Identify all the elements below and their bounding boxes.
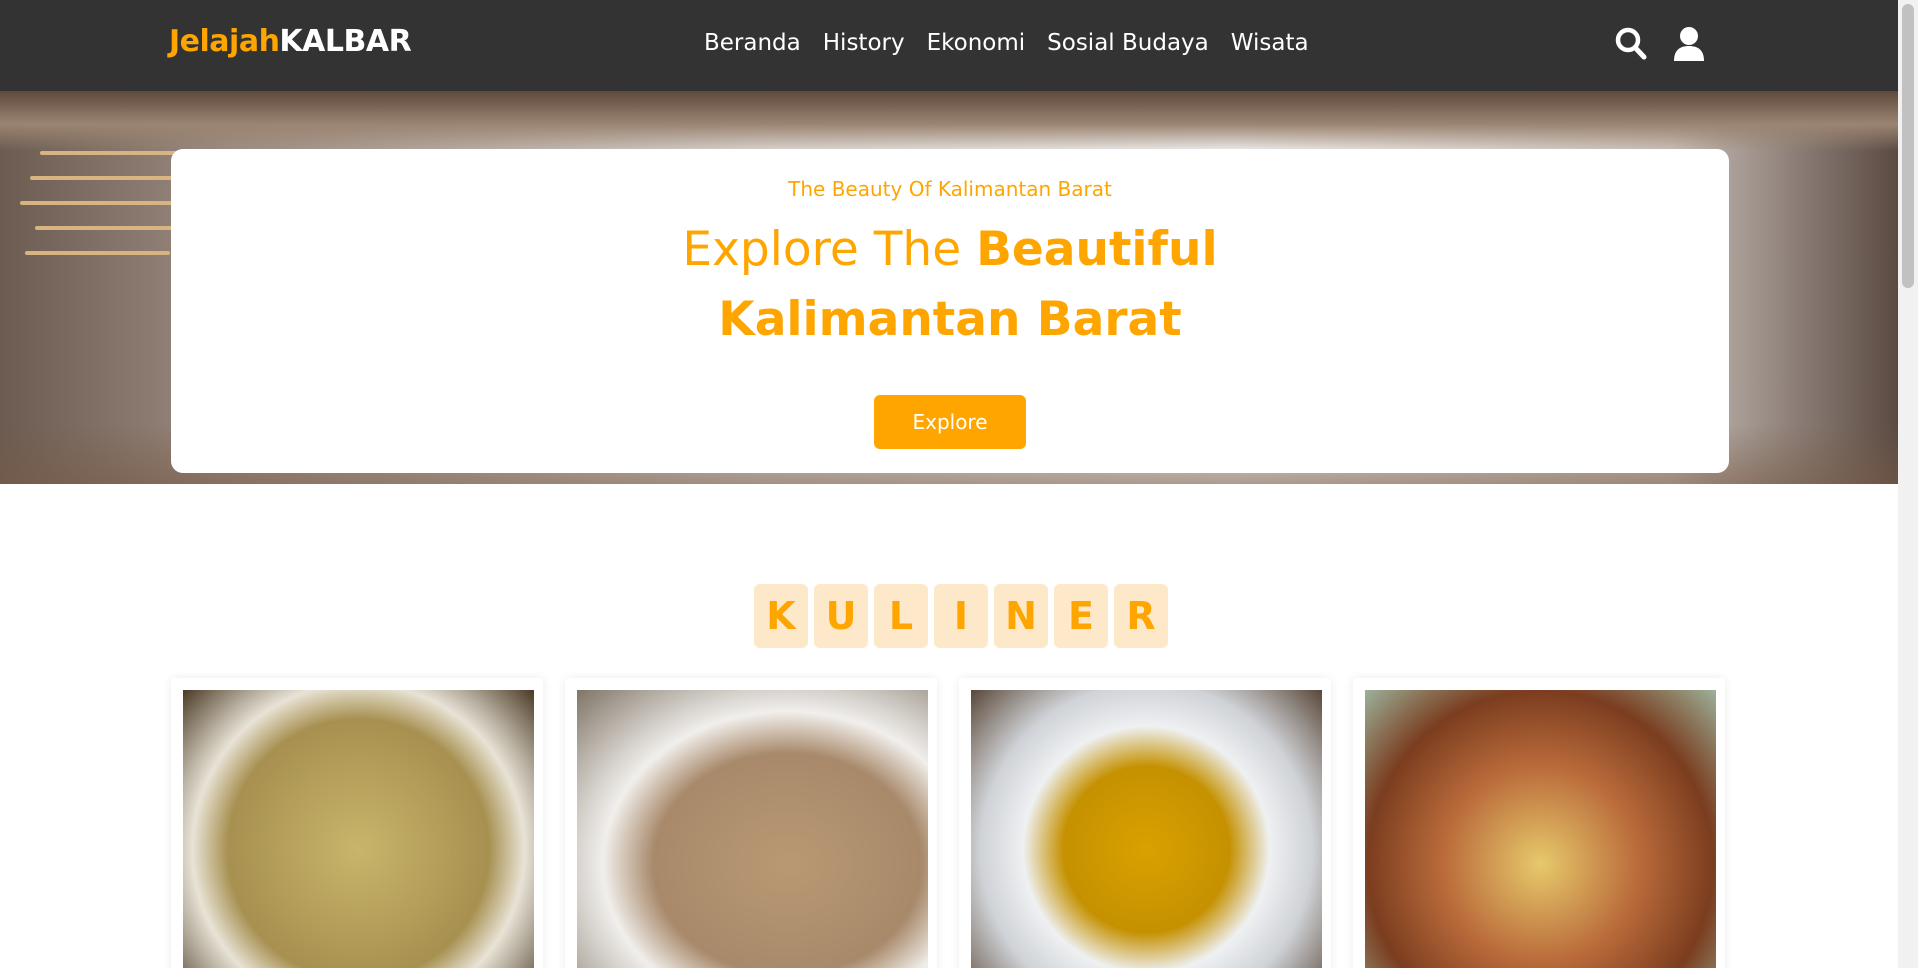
title-letter: K (754, 584, 808, 648)
hero-subtitle: The Beauty Of Kalimantan Barat (788, 177, 1112, 201)
title-letter: N (994, 584, 1048, 648)
nav-icons (1614, 26, 1706, 62)
hero-title-bold-1: Beautiful (976, 222, 1218, 277)
skewer-decoration (35, 226, 185, 230)
nav-link-beranda[interactable]: Beranda (704, 30, 801, 56)
title-letter: R (1114, 584, 1168, 648)
skewer-decoration (25, 251, 170, 255)
hero-title-bold-2: Kalimantan Barat (718, 292, 1182, 347)
nav-links: Beranda History Ekonomi Sosial Budaya Wi… (704, 30, 1309, 56)
food-image[interactable] (183, 690, 534, 968)
nav-link-sosial-budaya[interactable]: Sosial Budaya (1047, 30, 1209, 56)
user-icon[interactable] (1672, 26, 1706, 62)
food-image[interactable] (971, 690, 1322, 968)
food-card[interactable] (171, 678, 543, 968)
brand-part-1: Jelajah (169, 24, 280, 59)
brand-part-2: KALBAR (279, 24, 412, 59)
food-cards (171, 678, 1727, 968)
hero-title-light: Explore The (682, 222, 977, 277)
hero-background-top (0, 91, 1898, 151)
section-title-kuliner: K U L I N E R (754, 584, 1168, 648)
nav-link-ekonomi[interactable]: Ekonomi (927, 30, 1026, 56)
food-image[interactable] (1365, 690, 1716, 968)
hero-card: The Beauty Of Kalimantan Barat Explore T… (171, 149, 1729, 473)
food-card[interactable] (959, 678, 1331, 968)
title-letter: U (814, 584, 868, 648)
brand-logo[interactable]: JelajahKALBAR (169, 24, 412, 59)
explore-button[interactable]: Explore (874, 395, 1026, 449)
nav-link-history[interactable]: History (823, 30, 905, 56)
hero-title: Explore The Beautiful Kalimantan Barat (171, 215, 1729, 355)
scrollbar-thumb[interactable] (1902, 4, 1914, 288)
title-letter: E (1054, 584, 1108, 648)
title-letter: I (934, 584, 988, 648)
hero-banner: The Beauty Of Kalimantan Barat Explore T… (0, 91, 1898, 484)
search-icon[interactable] (1614, 26, 1648, 62)
food-card[interactable] (1353, 678, 1725, 968)
navbar: JelajahKALBAR Beranda History Ekonomi So… (0, 0, 1898, 91)
nav-link-wisata[interactable]: Wisata (1231, 30, 1309, 56)
food-card[interactable] (565, 678, 937, 968)
skewer-decoration (20, 201, 180, 205)
page-scrollbar[interactable] (1898, 0, 1918, 968)
title-letter: L (874, 584, 928, 648)
food-image[interactable] (577, 690, 928, 968)
